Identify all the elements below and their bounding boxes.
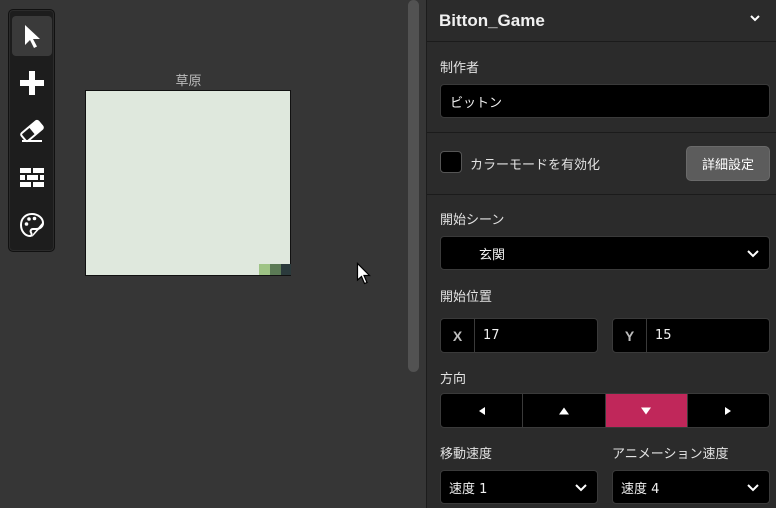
chevron-down-icon[interactable] xyxy=(748,11,762,25)
tool-palette xyxy=(8,9,55,252)
triangle-left-icon xyxy=(478,406,485,415)
anim-speed-value: 速度 4 xyxy=(621,481,660,497)
triangle-up-icon xyxy=(558,407,569,414)
section-divider xyxy=(427,194,776,195)
move-speed-value: 速度 1 xyxy=(449,481,488,497)
start-scene-label: 開始シーン xyxy=(440,213,505,228)
author-value: ビットン xyxy=(450,95,503,111)
mouse-cursor-icon xyxy=(356,262,371,285)
chevron-down-icon xyxy=(575,484,587,492)
start-y-value: 15 xyxy=(655,328,672,343)
panel-header[interactable]: Bitton_Game xyxy=(427,0,776,42)
eraser-tool-button[interactable] xyxy=(12,111,52,151)
properties-panel: Bitton_Game 制作者 ビットン カラーモードを有効化 詳細設定 開始シ… xyxy=(426,0,776,508)
direction-right-button[interactable] xyxy=(688,394,769,427)
chevron-down-icon xyxy=(747,484,759,492)
direction-up-button[interactable] xyxy=(523,394,606,427)
add-tool-button[interactable] xyxy=(12,63,52,103)
map-preview[interactable] xyxy=(85,90,291,276)
palette-icon xyxy=(19,212,45,238)
plus-icon xyxy=(20,71,44,95)
anim-speed-label: アニメーション速度 xyxy=(612,447,729,462)
x-tag: X xyxy=(441,319,475,352)
advanced-settings-button[interactable]: 詳細設定 xyxy=(686,146,770,181)
triangle-down-icon xyxy=(641,407,652,414)
move-speed-select[interactable]: 速度 1 xyxy=(440,470,598,504)
direction-left-button[interactable] xyxy=(441,394,524,427)
author-label: 制作者 xyxy=(440,61,480,76)
map-title: 草原 xyxy=(175,74,202,89)
game-title: Bitton_Game xyxy=(439,10,545,30)
map-tile xyxy=(259,264,270,275)
eraser-icon xyxy=(20,119,44,143)
color-mode-checkbox[interactable] xyxy=(440,151,462,173)
start-scene-select[interactable]: 玄関 xyxy=(440,236,770,270)
y-tag: Y xyxy=(613,319,647,352)
start-y-field[interactable]: Y 15 xyxy=(612,318,770,353)
brick-wall-icon xyxy=(20,168,44,187)
anim-speed-select[interactable]: 速度 4 xyxy=(612,470,770,504)
start-scene-value: 玄関 xyxy=(479,247,506,263)
start-position-label: 開始位置 xyxy=(440,290,493,305)
canvas-scrollbar[interactable] xyxy=(408,0,419,372)
start-x-value: 17 xyxy=(483,328,500,343)
select-tool-button[interactable] xyxy=(12,16,52,56)
author-field[interactable]: ビットン xyxy=(440,84,770,118)
map-tile xyxy=(270,264,281,275)
triangle-right-icon xyxy=(725,406,732,415)
map-tile xyxy=(281,264,291,275)
section-divider xyxy=(427,132,776,133)
direction-label: 方向 xyxy=(440,372,467,387)
wall-tool-button[interactable] xyxy=(12,158,52,198)
move-speed-label: 移動速度 xyxy=(440,447,493,462)
direction-down-button[interactable] xyxy=(605,394,688,427)
paint-tool-button[interactable] xyxy=(12,205,52,245)
color-mode-label: カラーモードを有効化 xyxy=(470,158,601,173)
chevron-down-icon xyxy=(747,250,759,258)
direction-button-group xyxy=(440,393,770,428)
start-x-field[interactable]: X 17 xyxy=(440,318,598,353)
map-canvas-area[interactable]: 草原 xyxy=(0,0,426,508)
arrow-pointer-icon xyxy=(25,25,40,48)
